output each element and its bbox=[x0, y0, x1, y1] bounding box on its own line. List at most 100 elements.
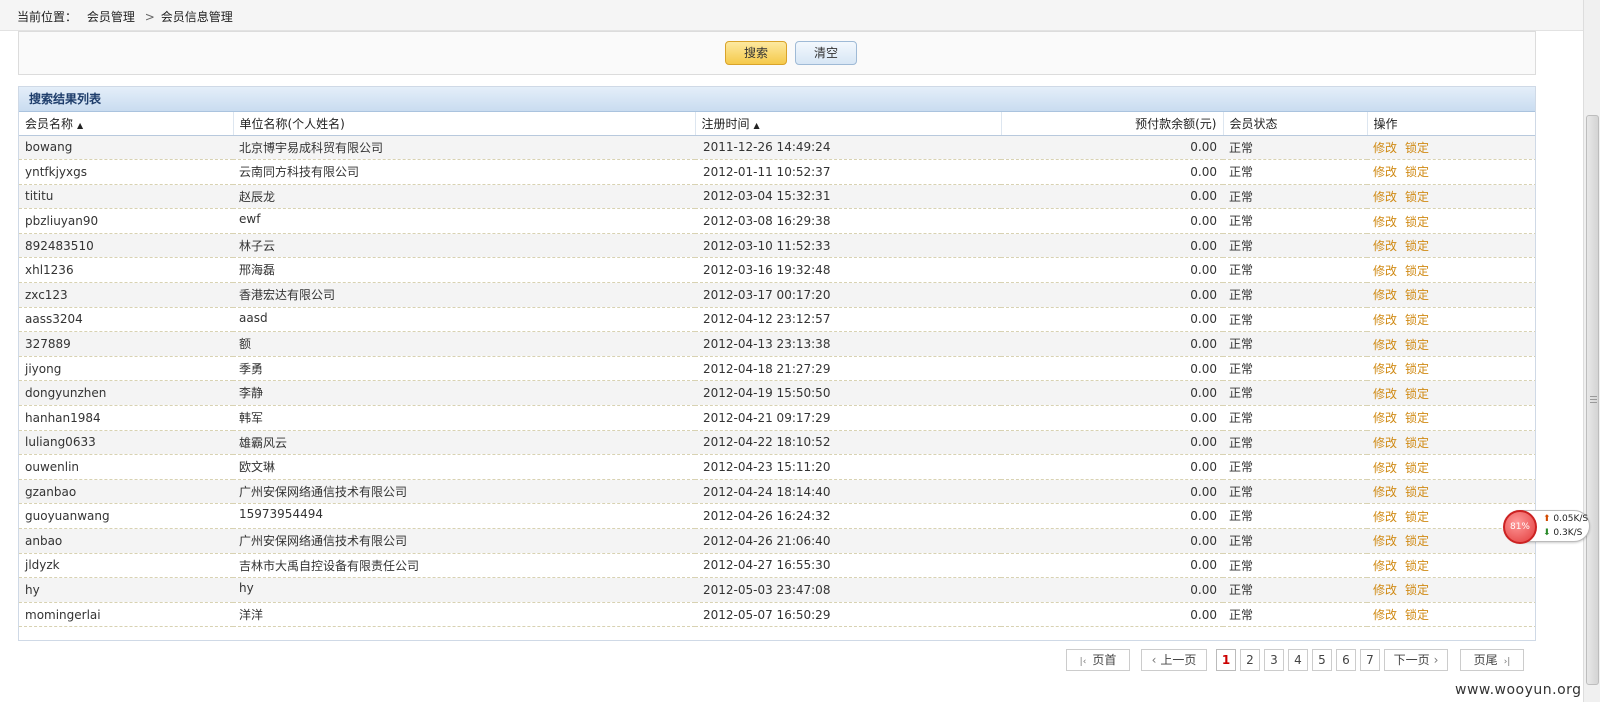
cell-actions: 修改 锁定 bbox=[1367, 135, 1535, 161]
cell-register-time: 2012-04-26 16:24:32 bbox=[695, 503, 1001, 529]
lock-link[interactable]: 锁定 bbox=[1405, 461, 1429, 475]
table-row: luliang0633 雄霸风云 2012-04-22 18:10:52 0.00 正常… bbox=[19, 430, 1535, 456]
edit-link[interactable]: 修改 bbox=[1373, 461, 1397, 475]
lock-link[interactable]: 锁定 bbox=[1405, 387, 1429, 401]
watermark: www.wooyun.org bbox=[1455, 682, 1582, 698]
cell-status: 正常 bbox=[1223, 233, 1367, 259]
last-page-icon: ›| bbox=[1503, 657, 1511, 667]
edit-link[interactable]: 修改 bbox=[1373, 338, 1397, 352]
edit-link[interactable]: 修改 bbox=[1373, 313, 1397, 327]
lock-link[interactable]: 锁定 bbox=[1405, 338, 1429, 352]
cell-status: 正常 bbox=[1223, 454, 1367, 480]
download-speed-value: 0.3K/S bbox=[1553, 528, 1583, 538]
edit-link[interactable]: 修改 bbox=[1373, 387, 1397, 401]
lock-link[interactable]: 锁定 bbox=[1405, 215, 1429, 229]
clear-button[interactable]: 清空 bbox=[795, 41, 857, 65]
cell-balance: 0.00 bbox=[1001, 454, 1223, 480]
lock-link[interactable]: 锁定 bbox=[1405, 510, 1429, 524]
page-number-1[interactable]: 1 bbox=[1216, 649, 1236, 671]
cell-balance: 0.00 bbox=[1001, 307, 1223, 333]
cell-status: 正常 bbox=[1223, 184, 1367, 210]
edit-link[interactable]: 修改 bbox=[1373, 215, 1397, 229]
lock-link[interactable]: 锁定 bbox=[1405, 264, 1429, 278]
cell-actions: 修改 锁定 bbox=[1367, 479, 1535, 505]
cell-unit-name: 香港宏达有限公司 bbox=[233, 282, 695, 308]
column-member-name[interactable]: 会员名称 ▲ bbox=[19, 112, 234, 136]
edit-link[interactable]: 修改 bbox=[1373, 362, 1397, 376]
lock-link[interactable]: 锁定 bbox=[1405, 411, 1429, 425]
edit-link[interactable]: 修改 bbox=[1373, 288, 1397, 302]
cell-unit-name: 雄霸风云 bbox=[233, 430, 695, 456]
lock-link[interactable]: 锁定 bbox=[1405, 559, 1429, 573]
cell-actions: 修改 锁定 bbox=[1367, 282, 1535, 308]
column-unit-name[interactable]: 单位名称(个人姓名) bbox=[233, 112, 696, 136]
edit-link[interactable]: 修改 bbox=[1373, 510, 1397, 524]
lock-link[interactable]: 锁定 bbox=[1405, 485, 1429, 499]
edit-link[interactable]: 修改 bbox=[1373, 436, 1397, 450]
vertical-scrollbar[interactable] bbox=[1583, 0, 1600, 702]
results-panel: 搜索结果列表 会员名称 ▲ 单位名称(个人姓名) 注册时间 ▲ 预付款余额(元) 会… bbox=[18, 86, 1536, 641]
edit-link[interactable]: 修改 bbox=[1373, 190, 1397, 204]
column-status[interactable]: 会员状态 bbox=[1223, 112, 1368, 136]
table-row: dongyunzhen 李静 2012-04-19 15:50:50 0.00 正常 修改… bbox=[19, 380, 1535, 407]
lock-link[interactable]: 锁定 bbox=[1405, 190, 1429, 204]
cell-member-name: hanhan1984 bbox=[19, 405, 233, 431]
breadcrumb-item-member-management[interactable]: 会员管理 bbox=[87, 10, 135, 24]
cell-member-name: zxc123 bbox=[19, 282, 233, 308]
cell-balance: 0.00 bbox=[1001, 159, 1223, 185]
column-actions: 操作 bbox=[1367, 112, 1535, 136]
lock-link[interactable]: 锁定 bbox=[1405, 436, 1429, 450]
edit-link[interactable]: 修改 bbox=[1373, 264, 1397, 278]
lock-link[interactable]: 锁定 bbox=[1405, 534, 1429, 548]
cell-actions: 修改 锁定 bbox=[1367, 430, 1535, 456]
lock-link[interactable]: 锁定 bbox=[1405, 165, 1429, 179]
cell-member-name: yntfkjyxgs bbox=[19, 159, 233, 185]
cell-member-name: jiyong bbox=[19, 356, 233, 382]
page-number-2[interactable]: 2 bbox=[1240, 649, 1260, 671]
page-next-button[interactable]: 下一页 › bbox=[1384, 649, 1448, 671]
scrollbar-grip-icon bbox=[1590, 396, 1597, 397]
edit-link[interactable]: 修改 bbox=[1373, 411, 1397, 425]
edit-link[interactable]: 修改 bbox=[1373, 559, 1397, 573]
lock-link[interactable]: 锁定 bbox=[1405, 239, 1429, 253]
table-row: 327889 额 2012-04-13 23:13:38 0.00 正常 修改 锁定 bbox=[19, 331, 1535, 357]
column-balance[interactable]: 预付款余额(元) bbox=[1001, 112, 1224, 136]
cell-unit-name: ewf bbox=[233, 208, 695, 234]
edit-link[interactable]: 修改 bbox=[1373, 485, 1397, 499]
cell-member-name: momingerlai bbox=[19, 602, 233, 628]
edit-link[interactable]: 修改 bbox=[1373, 239, 1397, 253]
lock-link[interactable]: 锁定 bbox=[1405, 288, 1429, 302]
lock-link[interactable]: 锁定 bbox=[1405, 583, 1429, 597]
edit-link[interactable]: 修改 bbox=[1373, 165, 1397, 179]
cell-balance: 0.00 bbox=[1001, 405, 1223, 431]
cell-actions: 修改 锁定 bbox=[1367, 159, 1535, 185]
page-last-button[interactable]: 页尾 ›| bbox=[1460, 649, 1524, 671]
page-number-5[interactable]: 5 bbox=[1312, 649, 1332, 671]
edit-link[interactable]: 修改 bbox=[1373, 608, 1397, 622]
scrollbar-thumb[interactable] bbox=[1586, 115, 1599, 685]
page-number-4[interactable]: 4 bbox=[1288, 649, 1308, 671]
network-speed-widget[interactable]: 81% ⬆ 0.05K/S ⬇ 0.3K/S bbox=[1503, 510, 1590, 544]
page-number-7[interactable]: 7 bbox=[1360, 649, 1380, 671]
page-number-6[interactable]: 6 bbox=[1336, 649, 1356, 671]
upload-speed: ⬆ 0.05K/S bbox=[1543, 514, 1588, 524]
edit-link[interactable]: 修改 bbox=[1373, 534, 1397, 548]
breadcrumb-item-member-info[interactable]: 会员信息管理 bbox=[161, 10, 233, 24]
cell-register-time: 2012-04-23 15:11:20 bbox=[695, 454, 1001, 480]
page-first-button[interactable]: |‹ 页首 bbox=[1066, 649, 1130, 671]
lock-link[interactable]: 锁定 bbox=[1405, 313, 1429, 327]
search-button[interactable]: 搜索 bbox=[725, 41, 787, 65]
table-row: hanhan1984 韩军 2012-04-21 09:17:29 0.00 正常 修改锁… bbox=[19, 405, 1535, 431]
lock-link[interactable]: 锁定 bbox=[1405, 608, 1429, 622]
column-actions-label: 操作 bbox=[1373, 116, 1398, 131]
lock-link[interactable]: 锁定 bbox=[1405, 362, 1429, 376]
edit-link[interactable]: 修改 bbox=[1373, 141, 1397, 155]
breadcrumb-bar: 当前位置： 会员管理 > 会员信息管理 bbox=[0, 0, 1583, 31]
edit-link[interactable]: 修改 bbox=[1373, 583, 1397, 597]
page-prev-button[interactable]: ‹ 上一页 bbox=[1141, 649, 1207, 671]
cell-status: 正常 bbox=[1223, 159, 1367, 185]
cell-register-time: 2012-04-18 21:27:29 bbox=[695, 356, 1001, 382]
column-register-time[interactable]: 注册时间 ▲ bbox=[695, 112, 1002, 136]
page-number-3[interactable]: 3 bbox=[1264, 649, 1284, 671]
lock-link[interactable]: 锁定 bbox=[1405, 141, 1429, 155]
